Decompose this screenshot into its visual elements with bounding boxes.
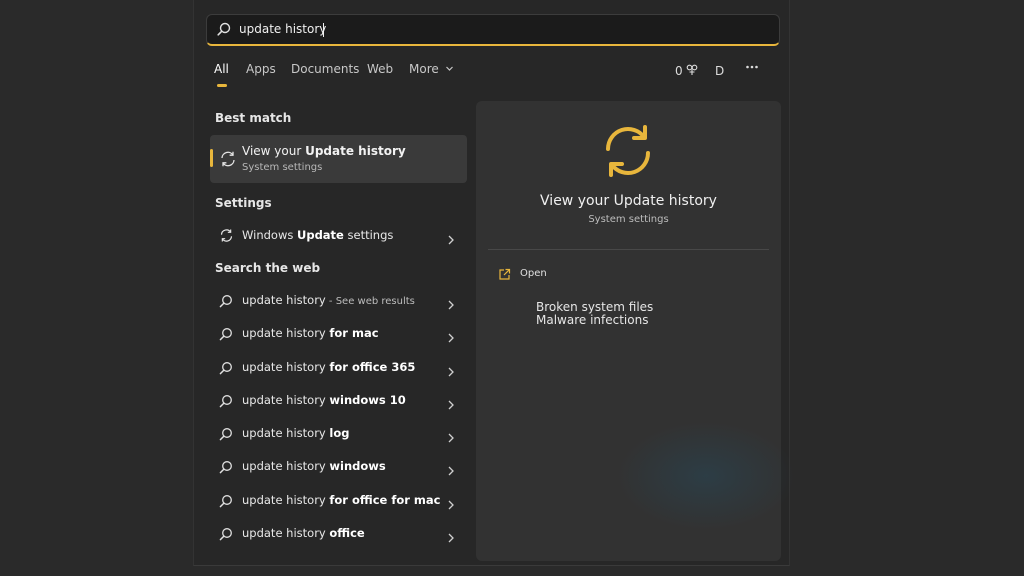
tab-documents[interactable]: Documents xyxy=(291,62,359,76)
search-web-heading: Search the web xyxy=(215,261,321,275)
web-result-item[interactable]: update history office xyxy=(210,519,467,547)
update-refresh-icon xyxy=(600,123,656,183)
open-label: Open xyxy=(520,268,547,279)
search-icon xyxy=(219,426,233,445)
chevron-right-icon xyxy=(447,528,455,547)
rewards-count: 0 xyxy=(675,64,683,78)
text-caret xyxy=(323,23,324,37)
best-match-heading: Best match xyxy=(215,111,292,125)
search-icon xyxy=(219,526,233,545)
avatar-initial: D xyxy=(715,64,725,78)
selection-indicator xyxy=(210,149,213,167)
preview-pane: View your Update history System settings… xyxy=(476,101,796,561)
settings-item-windows-update[interactable]: Windows Update settings xyxy=(210,221,467,249)
web-result-label: update history office xyxy=(242,526,365,540)
toolbar-right: 0 D xyxy=(675,62,775,82)
best-match-item[interactable]: View your Update history System settings xyxy=(210,135,467,183)
web-result-item[interactable]: update history - See web results xyxy=(210,286,467,314)
search-input[interactable] xyxy=(239,15,759,43)
refresh-icon xyxy=(219,228,234,247)
web-result-label: update history windows 10 xyxy=(242,393,406,407)
preview-divider xyxy=(488,249,769,250)
search-box[interactable] xyxy=(206,14,780,46)
chevron-right-icon xyxy=(447,428,455,447)
settings-item-label: Windows Update settings xyxy=(242,228,394,242)
open-external-icon xyxy=(498,266,511,285)
rewards-button[interactable]: 0 xyxy=(675,64,698,78)
tab-web[interactable]: Web xyxy=(367,62,393,76)
start-search-panel: All Apps Documents Web More 0 D Best mat… xyxy=(193,0,796,566)
more-options-button[interactable] xyxy=(745,60,759,77)
tab-apps[interactable]: Apps xyxy=(246,62,276,76)
chevron-right-icon xyxy=(447,295,455,314)
chevron-right-icon xyxy=(447,461,455,480)
chevron-right-icon xyxy=(447,362,455,381)
chevron-right-icon xyxy=(447,328,455,347)
web-result-item[interactable]: update history for mac xyxy=(210,319,467,347)
preview-subtitle: System settings xyxy=(588,214,669,225)
tab-all[interactable]: All xyxy=(214,62,229,87)
web-result-label: update history for office 365 xyxy=(242,360,416,374)
search-icon xyxy=(219,393,233,412)
web-result-label: update history for mac xyxy=(242,326,379,340)
web-result-label: update history for office for mac xyxy=(242,493,441,507)
rewards-icon xyxy=(686,64,698,78)
search-icon xyxy=(217,21,231,40)
search-icon xyxy=(219,459,233,478)
refresh-icon xyxy=(219,150,237,172)
web-result-label: update history log xyxy=(242,426,350,440)
background-glow xyxy=(616,421,796,531)
web-result-item[interactable]: update history log xyxy=(210,419,467,447)
web-result-item[interactable]: update history windows 10 xyxy=(210,386,467,414)
chevron-right-icon xyxy=(447,395,455,414)
web-result-label: update history - See web results xyxy=(242,293,415,307)
web-result-label: update history windows xyxy=(242,459,386,473)
best-match-title: View your Update history xyxy=(242,144,406,158)
web-result-item[interactable]: update history for office 365 xyxy=(210,353,467,381)
preview-title: View your Update history xyxy=(540,193,717,209)
settings-heading: Settings xyxy=(215,196,272,210)
more-icon xyxy=(745,63,759,77)
web-result-item[interactable]: update history windows xyxy=(210,452,467,480)
chevron-right-icon xyxy=(447,495,455,514)
note-line: Malware infections xyxy=(536,313,649,327)
web-result-item[interactable]: update history for office for mac xyxy=(210,486,467,514)
tab-more[interactable]: More xyxy=(409,62,454,76)
search-icon xyxy=(219,293,233,312)
chevron-right-icon xyxy=(447,230,455,249)
search-icon xyxy=(219,493,233,512)
best-match-subtitle: System settings xyxy=(242,162,323,173)
search-icon xyxy=(219,326,233,345)
search-icon xyxy=(219,360,233,379)
chevron-down-icon xyxy=(443,62,454,76)
overlay-note: Broken system files Malware infections xyxy=(536,301,653,327)
tab-more-label: More xyxy=(409,62,439,76)
account-avatar[interactable]: D xyxy=(715,64,724,78)
